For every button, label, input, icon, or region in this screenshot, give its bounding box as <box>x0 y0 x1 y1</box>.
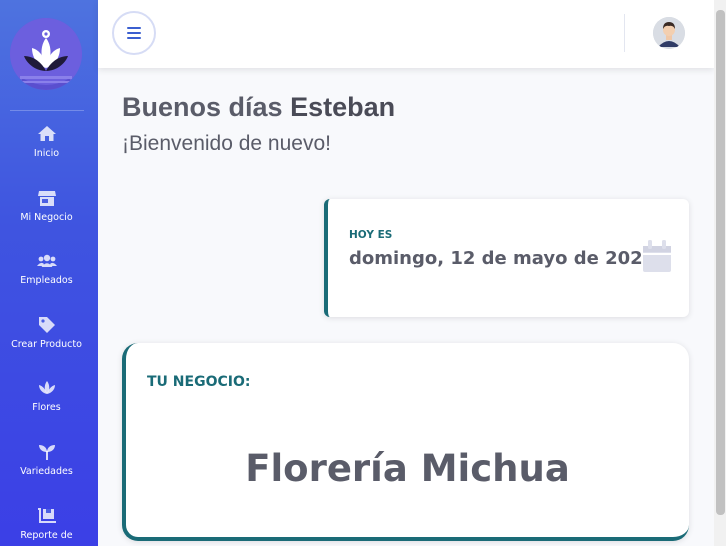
sidebar-item-label: Flores <box>32 402 61 413</box>
seedling-icon <box>38 445 55 460</box>
users-icon <box>36 254 57 267</box>
home-icon <box>37 126 56 141</box>
sidebar-item-mi-negocio[interactable]: Mi Negocio <box>0 188 93 240</box>
store-icon <box>37 191 56 206</box>
sidebar-item-label: Inicio <box>33 148 60 159</box>
calendar-icon <box>643 240 671 272</box>
sidebar-item-label: Mi Negocio <box>20 212 73 223</box>
welcome-message: ¡Bienvenido de nuevo! <box>122 132 331 155</box>
greeting-title: Buenos días Esteban <box>122 92 395 123</box>
lotus-icon <box>38 381 55 394</box>
topbar-divider <box>624 14 625 52</box>
scrollbar-thumb[interactable] <box>716 10 725 515</box>
business-name: Florería Michua <box>245 447 570 490</box>
date-value: domingo, 12 de mayo de 2024 <box>349 248 656 269</box>
sidebar-item-label: Empleados <box>20 275 73 286</box>
sidebar-divider <box>10 110 84 111</box>
date-card: HOY ES domingo, 12 de mayo de 2024 <box>324 199 689 317</box>
menu-icon <box>127 27 141 39</box>
sidebar-item-label: Reporte de <box>20 530 73 541</box>
sidebar-item-variedades[interactable]: Variedades <box>0 442 93 494</box>
sidebar-item-label: Crear Producto <box>11 339 82 350</box>
brand-logo[interactable] <box>10 18 82 90</box>
sidebar-item-inicio[interactable]: Inicio <box>0 124 93 176</box>
sidebar-toggle-button[interactable] <box>112 11 156 55</box>
business-card: TU NEGOCIO: Florería Michua <box>122 343 689 541</box>
business-label: TU NEGOCIO: <box>147 374 251 390</box>
sidebar-item-empleados[interactable]: Empleados <box>0 251 93 303</box>
tag-icon <box>38 317 55 333</box>
user-avatar-icon <box>653 17 685 49</box>
lotus-logo-icon <box>10 18 82 90</box>
sidebar-item-label: Variedades <box>20 466 73 477</box>
greeting-prefix: Buenos días <box>122 92 283 122</box>
sidebar-item-reporte[interactable]: Reporte de <box>0 506 93 546</box>
sidebar-item-flores[interactable]: Flores <box>0 378 93 430</box>
topbar <box>98 0 714 68</box>
date-label: HOY ES <box>349 229 393 241</box>
avatar[interactable] <box>653 17 685 49</box>
dolly-icon <box>37 508 56 523</box>
sidebar-item-crear-producto[interactable]: Crear Producto <box>0 315 93 367</box>
sidebar: Inicio Mi Negocio Empleados Crear Produc… <box>0 0 98 546</box>
user-name: Esteban <box>290 92 396 122</box>
